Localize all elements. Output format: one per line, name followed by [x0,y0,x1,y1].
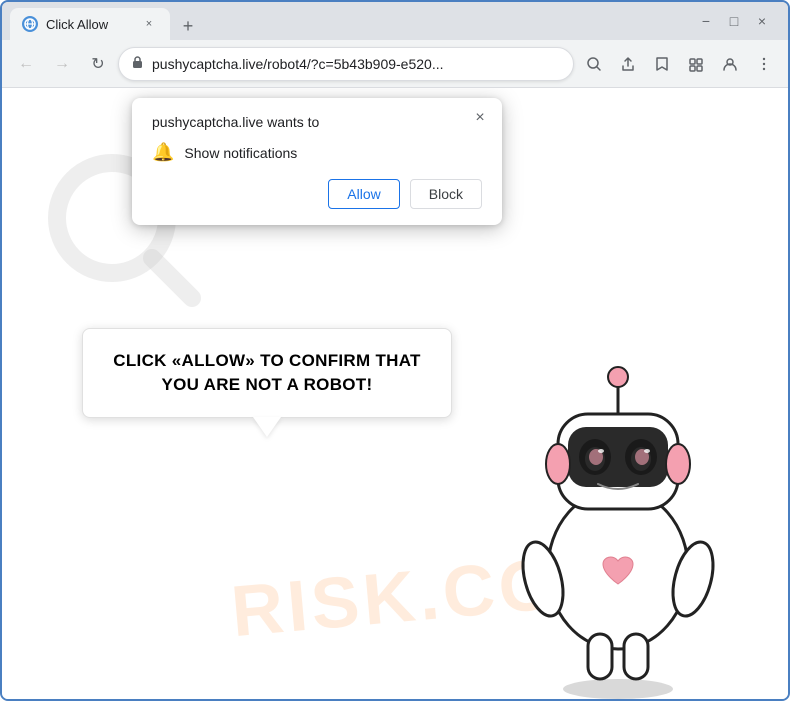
notification-text: Show notifications [184,145,297,161]
content-area: RISK.CO pushycaptcha.live wants to × 🔔 S… [2,88,788,699]
url-text: pushycaptcha.live/robot4/?c=5b43b909-e52… [152,56,561,72]
extension-button[interactable] [680,48,712,80]
popup-close-button[interactable]: × [470,108,490,128]
back-button[interactable]: ← [10,48,42,80]
block-button[interactable]: Block [410,179,482,209]
permission-popup: pushycaptcha.live wants to × 🔔 Show noti… [132,98,502,225]
popup-buttons: Allow Block [152,179,482,209]
tab-title: Click Allow [46,17,132,32]
reload-button[interactable]: ↻ [82,48,114,80]
bookmark-button[interactable] [646,48,678,80]
allow-button[interactable]: Allow [328,179,399,209]
tab-close-button[interactable]: × [140,15,158,33]
title-bar: Click Allow × + − □ × [2,2,788,40]
close-window-button[interactable]: × [752,11,772,31]
search-button[interactable] [578,48,610,80]
share-button[interactable] [612,48,644,80]
new-tab-button[interactable]: + [174,12,202,40]
robot-character [488,319,748,699]
tab-favicon [22,16,38,32]
minimize-button[interactable]: − [696,11,716,31]
tab-area: Click Allow × + [10,2,696,40]
maximize-button[interactable]: □ [724,11,744,31]
toolbar: ← → ↻ pushycaptcha.live/robot4/?c=5b43b9… [2,40,788,88]
profile-button[interactable] [714,48,746,80]
forward-button[interactable]: → [46,48,78,80]
lock-icon [131,55,144,72]
bell-icon: 🔔 [152,142,174,163]
popup-title: pushycaptcha.live wants to [152,114,482,130]
toolbar-icons [578,48,780,80]
window-controls: − □ × [696,2,780,40]
browser-window: Click Allow × + − □ × ← → ↻ pushycaptcha… [0,0,790,701]
address-bar[interactable]: pushycaptcha.live/robot4/?c=5b43b909-e52… [118,47,574,81]
speech-bubble-text: CLICK «ALLOW» TO CONFIRM THAT YOU ARE NO… [107,349,427,397]
active-tab[interactable]: Click Allow × [10,8,170,40]
notification-row: 🔔 Show notifications [152,142,482,163]
menu-button[interactable] [748,48,780,80]
speech-bubble: CLICK «ALLOW» TO CONFIRM THAT YOU ARE NO… [82,328,452,418]
